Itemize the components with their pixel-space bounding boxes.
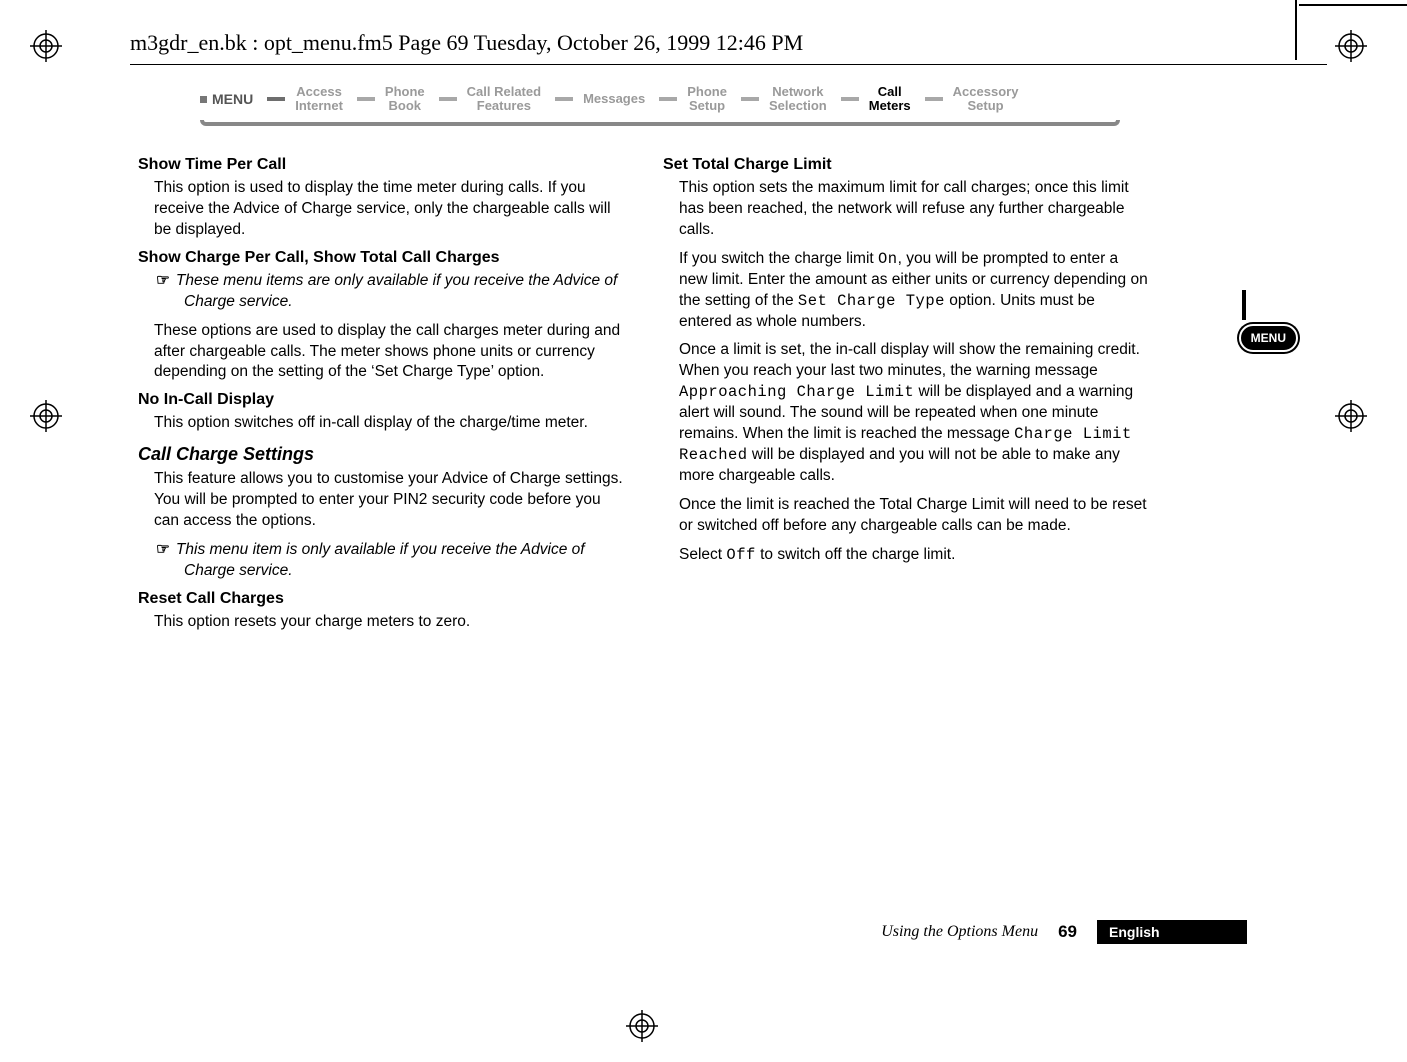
divider <box>130 64 1327 65</box>
right-column: Set Total Charge Limit This option sets … <box>663 150 1148 641</box>
heading-set-total-charge-limit: Set Total Charge Limit <box>663 156 1148 174</box>
footer-language-badge: English <box>1097 920 1247 944</box>
body-text: This option resets your charge meters to… <box>154 612 623 633</box>
menu-item-messages: Messages <box>555 92 645 106</box>
menu-item-phone-setup: Phone Setup <box>659 85 727 114</box>
menu-item-phone-book: Phone Book <box>357 85 425 114</box>
heading-call-charge-settings: Call Charge Settings <box>138 444 623 465</box>
menu-separator-icon <box>555 97 573 101</box>
heading-reset-call-charges: Reset Call Charges <box>138 590 623 608</box>
menu-item-label: Features <box>477 99 531 113</box>
body-text: Once the limit is reached the Total Char… <box>679 495 1148 537</box>
note-hand-icon: ☞ <box>156 541 170 558</box>
left-column: Show Time Per Call This option is used t… <box>138 150 623 641</box>
menu-item-access-internet: Access Internet <box>267 85 343 114</box>
body-text: Select Off to switch off the charge limi… <box>679 545 1148 566</box>
menu-item-call-related-features: Call Related Features <box>439 85 541 114</box>
side-tab-menu: MENU <box>1239 324 1298 352</box>
menu-item-accessory-setup: Accessory Setup <box>925 85 1019 114</box>
menu-item-label: Book <box>389 99 422 113</box>
change-bar <box>1242 290 1246 320</box>
lcd-text: On <box>878 250 898 268</box>
menu-separator-icon <box>741 97 759 101</box>
menu-lead-label: MENU <box>200 91 253 107</box>
menu-item-label: Setup <box>968 99 1004 113</box>
menu-item-label: Access <box>296 85 342 99</box>
menu-item-label: Accessory <box>953 85 1019 99</box>
menu-separator-icon <box>925 97 943 101</box>
menu-item-label: Messages <box>583 92 645 106</box>
heading-no-in-call-display: No In-Call Display <box>138 391 623 409</box>
heading-show-charge-per-call: Show Charge Per Call, Show Total Call Ch… <box>138 249 623 267</box>
note-text: ☞These menu items are only available if … <box>184 271 623 313</box>
document-header-text: m3gdr_en.bk : opt_menu.fm5 Page 69 Tuesd… <box>130 30 1327 56</box>
menu-item-label: Call <box>878 85 902 99</box>
lcd-text: Approaching Charge Limit <box>679 383 914 401</box>
footer-section-title: Using the Options Menu <box>881 923 1038 941</box>
menu-breadcrumb: MENU Access Internet Phone Book Call Rel… <box>200 85 1120 126</box>
menu-item-label: Internet <box>295 99 343 113</box>
menu-separator-icon <box>841 97 859 101</box>
note-hand-icon: ☞ <box>156 272 170 289</box>
menu-separator-icon <box>439 97 457 101</box>
body-text: If you switch the charge limit On, you w… <box>679 249 1148 333</box>
menu-item-label: Setup <box>689 99 725 113</box>
lcd-text: Off <box>726 546 755 564</box>
registration-mark-icon <box>626 1010 658 1042</box>
body-text: This option is used to display the time … <box>154 178 623 241</box>
menu-item-label: Call Related <box>467 85 541 99</box>
menu-item-label: Selection <box>769 99 827 113</box>
menu-separator-icon <box>357 97 375 101</box>
registration-mark-icon <box>30 400 62 432</box>
body-text: This feature allows you to customise you… <box>154 469 623 532</box>
menu-item-label: Network <box>772 85 823 99</box>
footer-page-number: 69 <box>1058 922 1077 942</box>
menu-item-network-selection: Network Selection <box>741 85 827 114</box>
crop-mark-icon <box>1299 4 1407 6</box>
menu-item-call-meters: Call Meters <box>841 85 911 114</box>
menu-separator-icon <box>659 97 677 101</box>
body-text: This option sets the maximum limit for c… <box>679 178 1148 241</box>
body-text: Once a limit is set, the in-call display… <box>679 340 1148 486</box>
menu-item-label: Meters <box>869 99 911 113</box>
heading-show-time-per-call: Show Time Per Call <box>138 156 623 174</box>
body-text: This option switches off in-call display… <box>154 413 623 434</box>
menu-item-label: Phone <box>687 85 727 99</box>
registration-mark-icon <box>1335 400 1367 432</box>
registration-mark-icon <box>1335 30 1367 62</box>
menu-separator-icon <box>267 97 285 101</box>
body-text: These options are used to display the ca… <box>154 321 623 384</box>
lcd-text: Set Charge Type <box>798 292 945 310</box>
document-header: m3gdr_en.bk : opt_menu.fm5 Page 69 Tuesd… <box>130 30 1327 65</box>
menu-underbar <box>200 120 1120 126</box>
menu-item-label: Phone <box>385 85 425 99</box>
registration-mark-icon <box>30 30 62 62</box>
note-text: ☞This menu item is only available if you… <box>184 540 623 582</box>
